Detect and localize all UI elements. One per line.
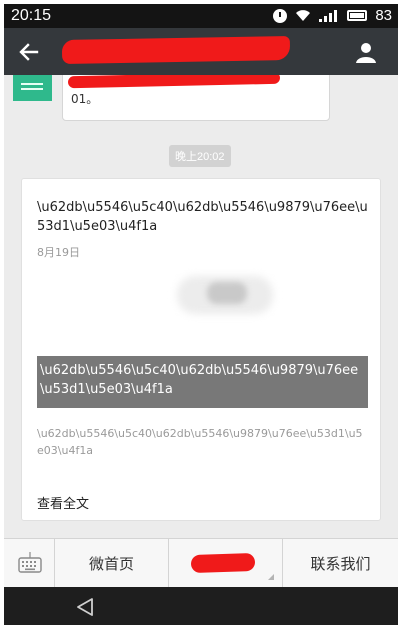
cover-caption: \u62db\u5546\u5c40\u62db\u5546\u9879\u76…	[40, 363, 359, 397]
account-title-redacted	[61, 36, 291, 64]
alarm-icon	[273, 8, 288, 23]
system-navigation-bar	[4, 587, 398, 625]
bottom-menu: 微首页 联系我们	[4, 538, 398, 587]
previous-message-text: 01。	[71, 92, 99, 106]
keyboard-icon	[18, 552, 42, 573]
account-avatar[interactable]	[13, 75, 52, 101]
nav-bar	[4, 28, 398, 75]
time-separator: 晚上20:02	[169, 145, 231, 167]
status-bar: 20:15 83	[4, 4, 398, 28]
article-card[interactable]: \u62db\u5546\u5c40\u62db\u5546\u9879\u76…	[21, 178, 381, 521]
signal-icon	[319, 9, 339, 22]
status-time: 20:15	[11, 7, 52, 24]
menu-contact-label: 联系我们	[310, 554, 371, 573]
arrow-left-icon	[19, 43, 39, 61]
battery-level: 83	[375, 7, 392, 24]
chat-area[interactable]: 01。 晚上20:02 \u62db\u5546\u5c40\u62db\u55…	[4, 75, 398, 538]
triangle-back-icon	[77, 598, 93, 616]
article-digest: \u62db\u5546\u5c40\u62db\u5546\u9879\u76…	[37, 427, 363, 457]
article-cover-image: \u62db\u5546\u5c40\u62db\u5546\u9879\u76…	[37, 268, 368, 413]
system-back-button[interactable]	[74, 596, 96, 618]
previous-message-bubble[interactable]: 01。	[62, 75, 330, 121]
status-icons: 83	[273, 7, 392, 24]
menu-home-label: 微首页	[88, 554, 134, 573]
read-full-text-link[interactable]: 查看全文	[37, 493, 89, 512]
person-icon	[356, 43, 376, 63]
profile-button[interactable]	[354, 40, 378, 64]
blurred-logo-mark	[207, 282, 247, 304]
menu-middle[interactable]	[169, 539, 283, 587]
back-button[interactable]	[16, 39, 42, 65]
battery-icon	[347, 10, 368, 21]
message-text-redacted	[67, 75, 281, 89]
menu-label-redacted	[190, 552, 255, 574]
wifi-icon	[295, 9, 311, 22]
menu-contact-us[interactable]: 联系我们	[283, 539, 398, 587]
article-title: \u62db\u5546\u5c40\u62db\u5546\u9879\u76…	[37, 200, 368, 234]
keyboard-toggle-button[interactable]	[4, 539, 55, 587]
menu-home[interactable]: 微首页	[55, 539, 169, 587]
submenu-indicator-icon	[268, 574, 274, 580]
article-date: 8月19日	[37, 246, 80, 259]
